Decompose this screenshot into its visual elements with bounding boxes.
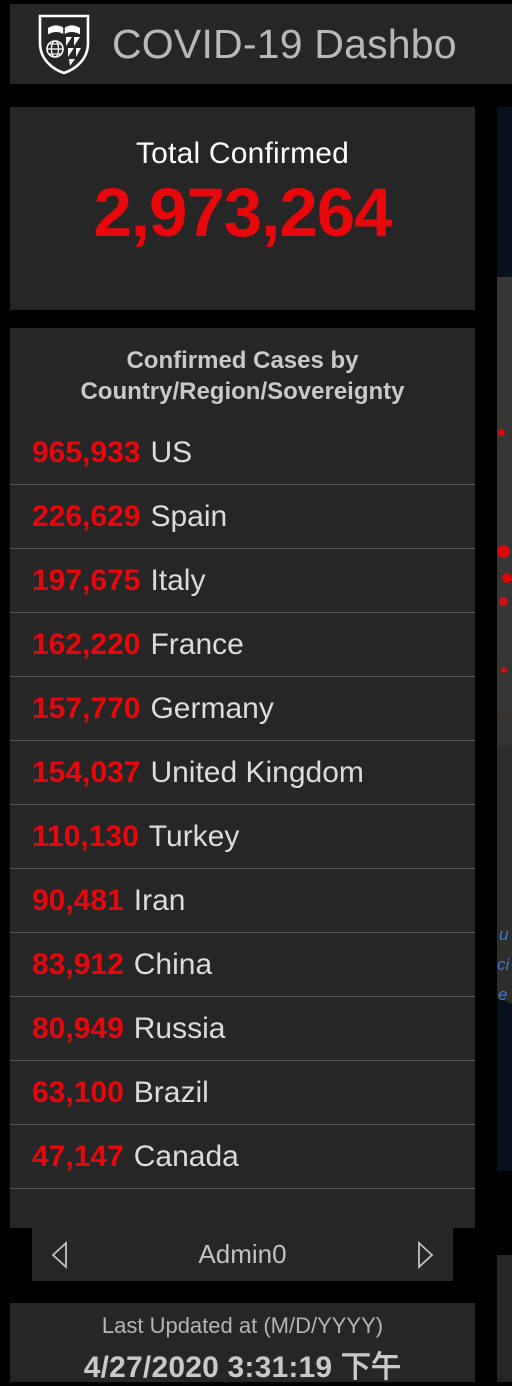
map-case-bubble [497,545,510,558]
country-list[interactable]: 965,933 US 226,629 Spain 197,675 Italy 162,220… [10,421,475,1190]
row-case-count: 63,100 [32,1075,124,1109]
table-row[interactable]: 110,130 Turkey [10,805,475,870]
country-list-title-line1: Confirmed Cases by [126,347,359,374]
table-row[interactable]: 80,949 Russia [10,997,475,1062]
map-footer-panel [497,1255,512,1382]
table-row[interactable]: 47,147 Canada [10,1125,475,1190]
app-header: COVID-19 Dashbo [10,4,512,84]
row-case-count: 47,147 [32,1139,124,1173]
row-country-name: China [133,947,213,981]
map-case-bubble [498,429,505,436]
country-list-title: Confirmed Cases by Country/Region/Sovere… [10,328,475,411]
pager-label: Admin0 [198,1239,287,1269]
row-case-count: 157,770 [32,691,141,725]
table-row[interactable]: 226,629 Spain [10,485,475,550]
row-country-name: Spain [150,499,228,533]
table-row[interactable]: 197,675 Italy [10,549,475,614]
row-case-count: 90,481 [32,883,124,917]
last-updated-label: Last Updated at (M/D/YYYY) [101,1313,384,1338]
row-case-count: 154,037 [32,755,141,789]
page-title: COVID-19 Dashbo [112,20,457,67]
map-landmass [497,277,512,747]
table-row[interactable]: 157,770 Germany [10,677,475,742]
row-case-count: 197,675 [32,563,141,597]
last-updated-value: 4/27/2020 3:31:19 下午 [83,1351,402,1384]
row-country-name: Turkey [148,819,240,853]
row-case-count: 162,220 [32,627,141,661]
country-list-title-line2: Country/Region/Sovereignty [80,377,405,405]
row-country-name: Canada [133,1139,239,1173]
confirmed-by-country-panel[interactable]: Confirmed Cases by Country/Region/Sovere… [10,328,475,1228]
chevron-right-icon[interactable] [415,1240,435,1269]
row-country-name: Russia [133,1011,226,1045]
world-map-panel[interactable]: u ci e [497,107,512,1171]
table-row[interactable]: 90,481 Iran [10,869,475,934]
jhu-shield-icon [38,14,90,75]
map-link-fragment[interactable]: u [499,925,508,945]
map-case-bubble [499,597,508,606]
total-confirmed-panel: Total Confirmed 2,973,264 [10,107,475,310]
table-row[interactable]: 965,933 US [10,421,475,486]
row-country-name: United Kingdom [150,755,364,789]
chevron-left-icon[interactable] [50,1240,70,1269]
map-link-fragment[interactable]: ci [497,955,509,975]
table-row[interactable]: 83,912 China [10,933,475,998]
map-case-bubble [501,667,507,673]
total-confirmed-label: Total Confirmed [135,137,350,170]
row-case-count: 110,130 [32,819,139,853]
row-country-name: France [150,627,244,661]
row-country-name: Brazil [133,1075,209,1109]
row-country-name: US [150,435,193,469]
row-country-name: Iran [133,883,186,917]
total-confirmed-value: 2,973,264 [93,174,393,251]
last-updated-panel: Last Updated at (M/D/YYYY) 4/27/2020 3:3… [10,1303,475,1384]
map-case-bubble [502,573,512,583]
admin-level-pager[interactable]: Admin0 [32,1228,453,1281]
table-row[interactable]: 162,220 France [10,613,475,678]
row-case-count: 965,933 [32,435,141,469]
map-link-fragment[interactable]: e [498,985,507,1005]
row-case-count: 80,949 [32,1011,124,1045]
row-country-name: Germany [150,691,274,725]
table-row[interactable]: 63,100 Brazil [10,1061,475,1126]
row-country-name: Italy [150,563,206,597]
row-case-count: 226,629 [32,499,141,533]
row-case-count: 83,912 [32,947,124,981]
table-row[interactable]: 154,037 United Kingdom [10,741,475,806]
